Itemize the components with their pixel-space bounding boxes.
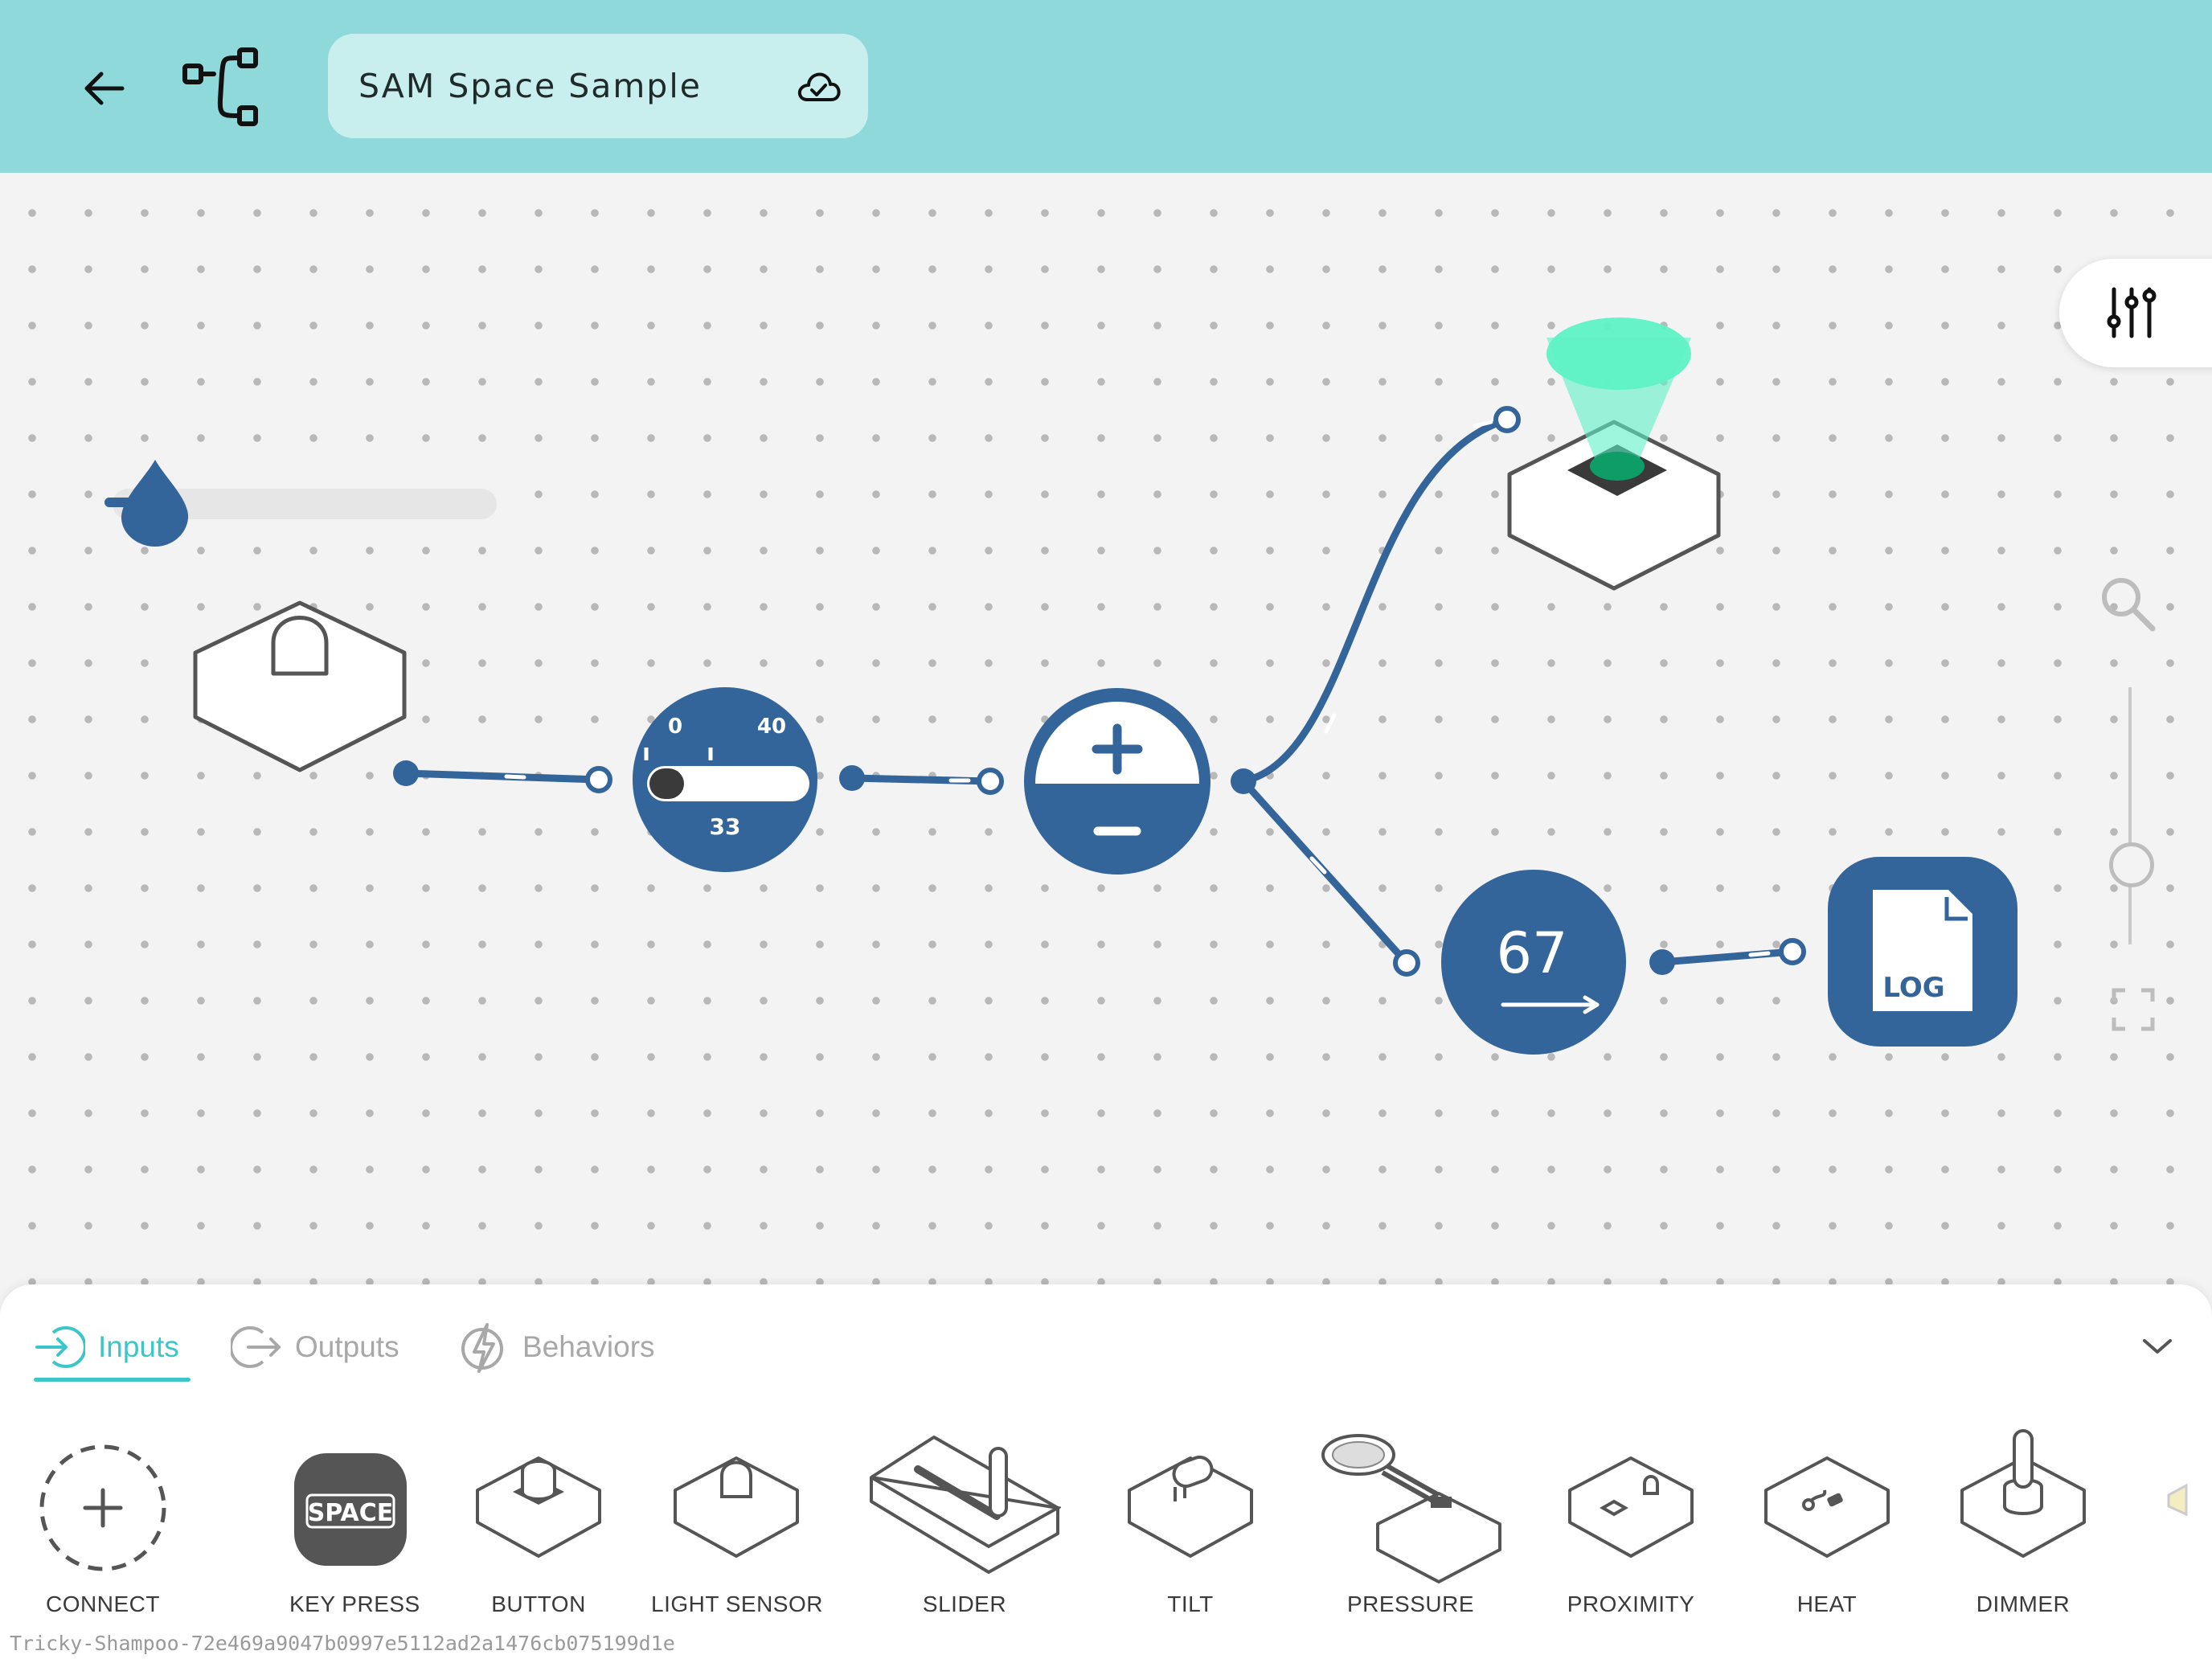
port-math-out bbox=[1231, 768, 1256, 794]
project-title-field[interactable]: SAM Space Sample bbox=[328, 34, 868, 138]
light-sensor-dome-icon bbox=[271, 616, 329, 676]
palette-item-proximity[interactable]: PROXIMITY bbox=[1566, 1421, 1696, 1622]
palette-item-button[interactable]: BUTTON bbox=[474, 1421, 603, 1622]
palette-item-slider[interactable]: SLIDER bbox=[868, 1421, 1061, 1622]
keyboard-key-icon: SPACE bbox=[294, 1453, 407, 1566]
fit-to-screen-button[interactable] bbox=[2111, 987, 2156, 1035]
palette-item-key-press[interactable]: SPACE KEY PRESS bbox=[289, 1421, 420, 1622]
session-id-text: Tricky-Shampoo-72e469a9047b0997e5112ad2a… bbox=[10, 1632, 675, 1655]
math-node[interactable] bbox=[1024, 688, 1210, 875]
connect-plus-icon bbox=[39, 1444, 166, 1571]
palette-item-slider-label: SLIDER bbox=[922, 1591, 1007, 1616]
palette-item-dimmer[interactable]: DIMMER bbox=[1958, 1421, 2088, 1622]
palette-item-pressure-label: PRESSURE bbox=[1346, 1591, 1475, 1616]
led-bulb bbox=[1590, 452, 1645, 481]
zoom-slider-thumb[interactable] bbox=[2109, 842, 2154, 887]
tab-behaviors-label: Behaviors bbox=[522, 1330, 655, 1363]
slider-value: 33 bbox=[710, 813, 741, 840]
palette-item-light-sensor-label: LIGHT SENSOR bbox=[651, 1591, 823, 1616]
sliders-settings-icon bbox=[2107, 287, 2157, 338]
output-arrow-icon bbox=[231, 1326, 281, 1368]
tab-inputs[interactable]: Inputs bbox=[34, 1315, 195, 1379]
port-slider-in bbox=[585, 766, 612, 793]
palette-item-connect[interactable]: CONNECT bbox=[39, 1421, 167, 1622]
zoom-search-button[interactable] bbox=[2096, 572, 2159, 638]
port-counter-in bbox=[1393, 949, 1420, 977]
partial-item-icon bbox=[2167, 1483, 2188, 1517]
tab-outputs[interactable]: Outputs bbox=[231, 1315, 440, 1379]
settings-button[interactable] bbox=[2059, 259, 2212, 367]
back-arrow-icon bbox=[84, 72, 125, 105]
log-node[interactable]: LOG bbox=[1828, 857, 2017, 1047]
port-log-in bbox=[1779, 938, 1806, 965]
palette-item-next-partial[interactable] bbox=[2154, 1421, 2212, 1622]
key-press-key-text: SPACE bbox=[308, 1499, 394, 1527]
active-tab-indicator bbox=[34, 1378, 190, 1382]
collapse-panel-button[interactable] bbox=[2140, 1334, 2175, 1362]
flow-view-button[interactable] bbox=[175, 42, 272, 134]
palette-item-pressure[interactable]: PRESSURE bbox=[1318, 1421, 1503, 1622]
port-led-in bbox=[1493, 406, 1521, 433]
slider-max-label: 40 bbox=[757, 715, 786, 739]
tab-inputs-label: Inputs bbox=[98, 1330, 179, 1363]
palette-item-light-sensor[interactable]: LIGHT SENSOR bbox=[651, 1421, 823, 1622]
port-counter-out bbox=[1649, 949, 1675, 975]
port-light-out bbox=[393, 760, 419, 786]
palette-item-tilt[interactable]: TILT bbox=[1125, 1421, 1256, 1622]
cloud-check-icon bbox=[797, 72, 841, 101]
palette-item-heat-label: HEAT bbox=[1796, 1591, 1858, 1616]
counter-node[interactable]: 67 bbox=[1441, 870, 1626, 1055]
push-button-icon bbox=[476, 1456, 601, 1558]
port-math-in bbox=[977, 768, 1004, 795]
slider-fill-bar bbox=[649, 768, 684, 799]
slider-node[interactable]: 0 40 33 bbox=[633, 687, 817, 872]
flow-graph-icon bbox=[182, 47, 258, 126]
tilt-sensor-icon bbox=[1128, 1455, 1253, 1558]
slide-potentiometer-icon bbox=[870, 1436, 1061, 1574]
palette-item-proximity-label: PROXIMITY bbox=[1567, 1591, 1695, 1616]
header-bar: SAM Space Sample bbox=[0, 0, 2212, 173]
port-slider-out bbox=[839, 765, 865, 791]
palette-item-button-label: BUTTON bbox=[491, 1591, 586, 1616]
cloud-save-button[interactable] bbox=[794, 64, 842, 108]
palette-item-key-press-label: KEY PRESS bbox=[289, 1591, 420, 1616]
back-button[interactable] bbox=[72, 56, 137, 121]
lightning-bolt-icon bbox=[461, 1323, 503, 1373]
tab-outputs-label: Outputs bbox=[295, 1330, 399, 1363]
tab-behaviors[interactable]: Behaviors bbox=[458, 1315, 699, 1379]
pressure-sensor-icon bbox=[1321, 1434, 1501, 1583]
palette-item-dimmer-label: DIMMER bbox=[1976, 1591, 2071, 1616]
heat-sensor-icon bbox=[1764, 1456, 1890, 1558]
input-arrow-icon bbox=[35, 1326, 85, 1368]
magnifier-icon bbox=[2102, 578, 2156, 632]
slider-min-label: 0 bbox=[668, 715, 682, 739]
counter-value: 67 bbox=[1496, 920, 1567, 986]
dimmer-knob-icon bbox=[1960, 1429, 2086, 1558]
light-sensor-icon bbox=[674, 1456, 799, 1558]
palette-item-connect-label: CONNECT bbox=[46, 1591, 160, 1616]
project-title: SAM Space Sample bbox=[358, 67, 702, 105]
log-label: LOG bbox=[1882, 972, 1944, 1004]
fullscreen-icon bbox=[2112, 988, 2155, 1031]
palette-item-heat[interactable]: HEAT bbox=[1762, 1421, 1892, 1622]
proximity-sensor-icon bbox=[1568, 1456, 1694, 1558]
palette-item-tilt-label: TILT bbox=[1167, 1591, 1214, 1616]
component-palette: Inputs Outputs Behaviors CONNECT SPACE K… bbox=[0, 1284, 2212, 1659]
chevron-down-icon bbox=[2143, 1339, 2172, 1354]
zoom-slider-track[interactable] bbox=[2128, 687, 2132, 944]
